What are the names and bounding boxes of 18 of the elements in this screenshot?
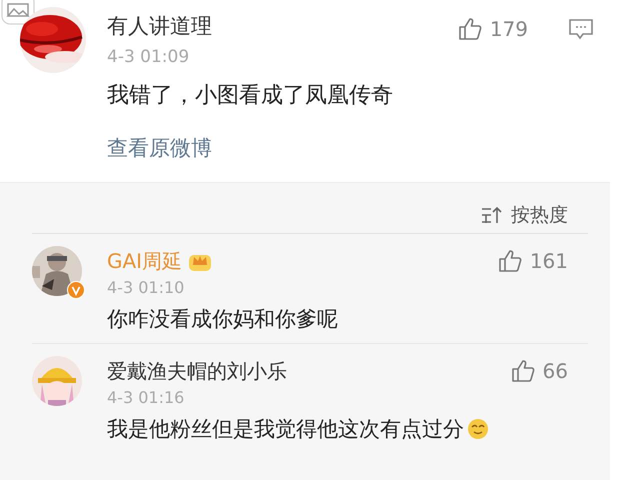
comment-time: 4-3 01:10 (107, 278, 186, 297)
comment-time: 4-3 01:16 (107, 388, 186, 407)
thumbs-up-icon[interactable] (458, 17, 482, 41)
comment-text: 我错了，小图看成了凤凰传奇 (107, 82, 394, 110)
thumbs-up-icon[interactable] (510, 359, 535, 383)
like-count[interactable]: 179 (458, 17, 528, 41)
user-name[interactable]: 爱戴渔夫帽的刘小乐 (107, 358, 287, 384)
thumbs-up-icon[interactable] (498, 249, 522, 273)
like-count[interactable]: 161 (498, 249, 568, 273)
like-count[interactable]: 66 (510, 359, 568, 383)
comment-time: 4-3 01:09 (107, 47, 190, 67)
sort-button[interactable]: 按热度 (481, 202, 568, 228)
comment-text: 你咋没看成你妈和你爹呢 (107, 306, 338, 333)
sort-icon (481, 206, 503, 224)
comment-text: 我是他粉丝但是我觉得他这次有点过分 (107, 416, 464, 443)
view-original-link[interactable]: 查看原微博 (107, 134, 212, 162)
user-name[interactable]: 有人讲道理 (107, 12, 458, 40)
comment-icon[interactable] (568, 17, 594, 41)
